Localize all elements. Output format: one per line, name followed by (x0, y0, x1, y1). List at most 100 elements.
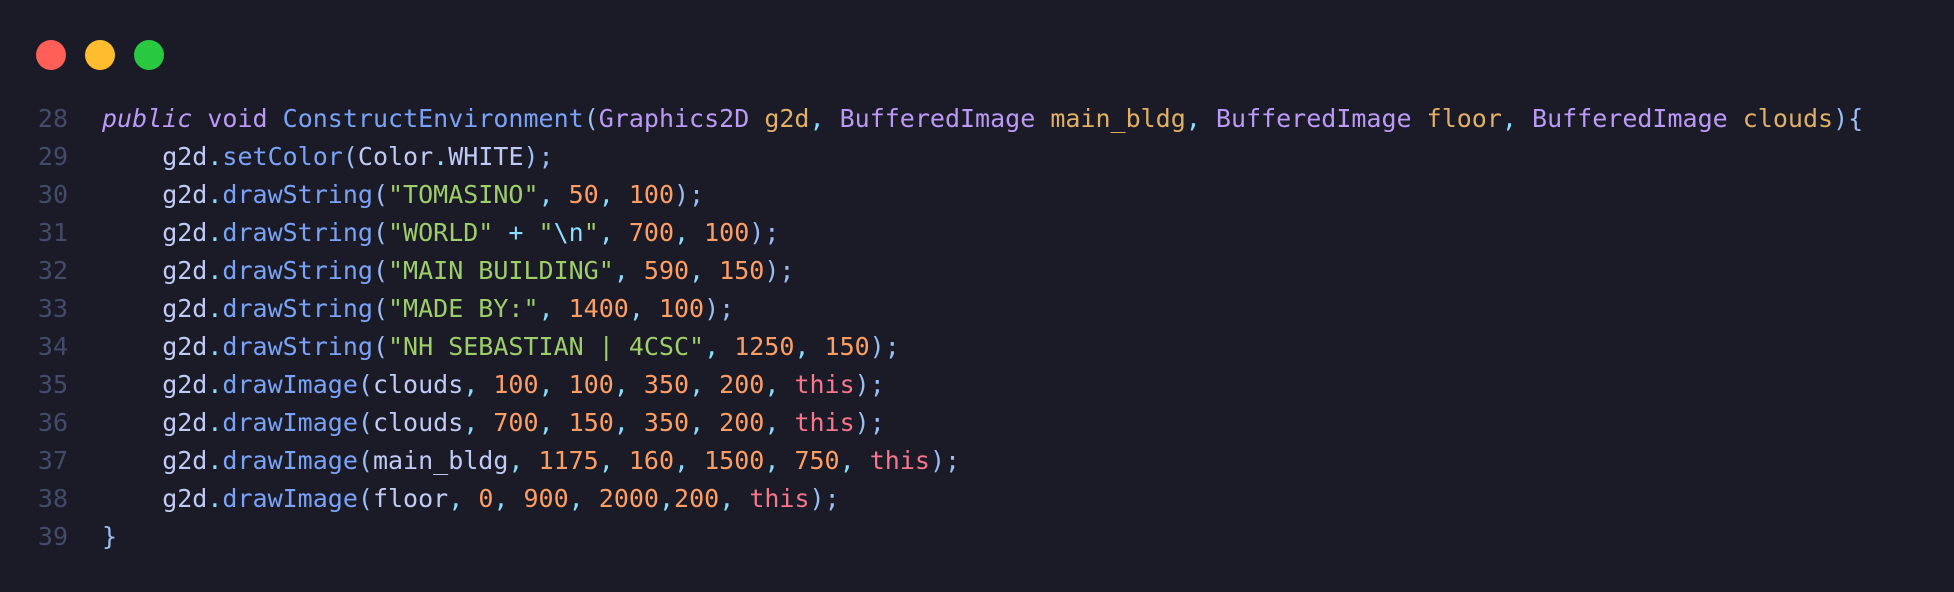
code-token: , (538, 408, 569, 437)
code-token: , (674, 446, 705, 475)
code-token: , (613, 408, 644, 437)
code-token: 200 (674, 484, 720, 513)
code-token: ); (523, 142, 554, 171)
code-token: , (463, 408, 494, 437)
code-token: ( (357, 370, 373, 399)
code-token: 350 (643, 408, 690, 437)
code-token: g2d (102, 180, 208, 209)
code-token: drawString (222, 294, 373, 323)
code-line: 31 g2d.drawString("WORLD" + "\n", 700, 1… (0, 214, 1954, 252)
code-token: . (207, 294, 223, 323)
code-token: main_bldg (372, 446, 509, 475)
code-token: 150 (719, 256, 765, 285)
line-number: 34 (37, 332, 68, 361)
code-line-content: g2d.drawImage(main_bldg, 1175, 160, 1500… (102, 442, 960, 480)
code-token: clouds (372, 408, 464, 437)
code-token: this (749, 484, 810, 513)
code-token: this (794, 408, 855, 437)
code-token: this (869, 446, 930, 475)
line-number: 33 (37, 294, 68, 323)
line-number: 29 (37, 142, 68, 171)
code-token: clouds (1742, 104, 1834, 133)
code-token: g2d (102, 446, 208, 475)
code-token: ( (342, 142, 358, 171)
code-token: g2d (764, 104, 810, 133)
code-block: 28 public void ConstructEnvironment(Graph… (0, 100, 1954, 556)
code-token: g2d (102, 218, 208, 247)
code-token: g2d (102, 484, 208, 513)
code-token: g2d (102, 332, 208, 361)
code-token: 750 (794, 446, 840, 475)
code-token: BufferedImage (839, 104, 1036, 133)
code-line: 38 g2d.drawImage(floor, 0, 900, 2000,200… (0, 480, 1954, 518)
zoom-window-button[interactable] (134, 40, 164, 70)
code-token: , (508, 446, 539, 475)
code-token: 350 (643, 370, 690, 399)
code-token: . (207, 408, 223, 437)
code-token: , (1501, 104, 1533, 133)
code-token: , (628, 294, 659, 323)
code-line-content: g2d.drawImage(clouds, 100, 100, 350, 200… (102, 366, 885, 404)
code-line-content: g2d.drawString("TOMASINO", 50, 100); (102, 176, 704, 214)
code-token: , (1185, 104, 1216, 133)
code-token: g2d (102, 256, 208, 285)
code-token: , (839, 446, 870, 475)
code-token: void (207, 104, 268, 133)
code-token: + (493, 218, 539, 247)
code-token: . (207, 332, 223, 361)
code-token: WHITE (448, 142, 524, 171)
code-token: 100 (658, 294, 705, 323)
code-line-content: g2d.drawImage(floor, 0, 900, 2000,200, t… (102, 480, 839, 518)
code-token: this (794, 370, 855, 399)
code-token: . (207, 484, 223, 513)
code-token: , (764, 408, 795, 437)
code-token: ); (854, 370, 885, 399)
code-token: "WORLD" (388, 218, 494, 247)
code-token: 2000 (598, 484, 659, 513)
code-token: g2d (102, 294, 208, 323)
code-line: 34 g2d.drawString("NH SEBASTIAN | 4CSC",… (0, 328, 1954, 366)
line-number: 35 (37, 370, 68, 399)
code-token: 900 (523, 484, 569, 513)
code-line: 28 public void ConstructEnvironment(Graph… (0, 100, 1954, 138)
code-token: floor (1426, 104, 1502, 133)
close-window-button[interactable] (36, 40, 66, 70)
code-token: , (809, 104, 840, 133)
line-number: 30 (37, 180, 68, 209)
code-token: clouds (372, 370, 464, 399)
code-token: , (463, 370, 494, 399)
code-line: 30 g2d.drawString("TOMASINO", 50, 100); (0, 176, 1954, 214)
code-token: ); (764, 256, 795, 285)
code-token: ); (674, 180, 705, 209)
code-token: "MADE BY:" (388, 294, 539, 323)
code-token: drawImage (222, 484, 358, 513)
code-token: setColor (222, 142, 343, 171)
code-token: . (207, 218, 223, 247)
code-token: 590 (643, 256, 690, 285)
code-token: BufferedImage (1215, 104, 1412, 133)
code-line: 33 g2d.drawString("MADE BY:", 1400, 100)… (0, 290, 1954, 328)
code-token: ( (372, 180, 388, 209)
code-token: drawString (222, 332, 373, 361)
code-token: , (568, 484, 599, 513)
code-token: , (598, 446, 629, 475)
code-token: g2d (102, 408, 208, 437)
code-token: g2d (102, 142, 208, 171)
code-token: , (538, 370, 569, 399)
code-token: . (207, 256, 223, 285)
code-token: , (538, 294, 569, 323)
code-token: } (102, 522, 118, 551)
code-token: main_bldg (1050, 104, 1186, 133)
code-token: ); (929, 446, 961, 475)
code-token: floor (372, 484, 449, 513)
code-token: 1250 (734, 332, 795, 361)
code-line-content: g2d.drawImage(clouds, 700, 150, 350, 200… (102, 404, 885, 442)
code-token: ); (704, 294, 735, 323)
minimize-window-button[interactable] (85, 40, 115, 70)
code-token: , (764, 446, 795, 475)
code-token: 150 (824, 332, 870, 361)
code-token: 100 (493, 370, 539, 399)
code-token: drawString (222, 180, 373, 209)
